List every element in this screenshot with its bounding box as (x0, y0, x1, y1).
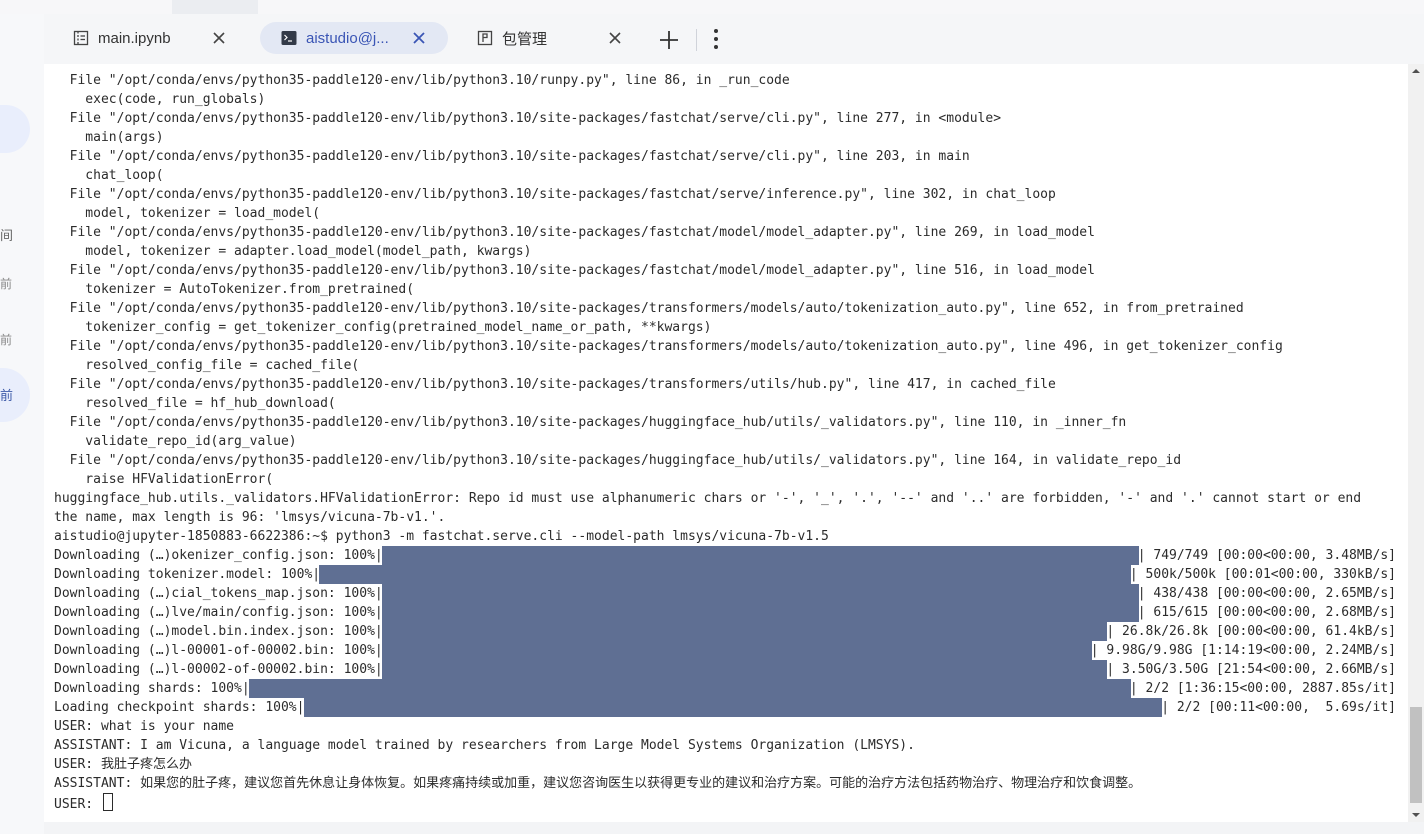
terminal-line: model, tokenizer = adapter.load_model(mo… (54, 244, 532, 259)
terminal-line: model, tokenizer = load_model( (54, 206, 321, 221)
tab-bar: main.ipynb aistudio@j... 包管理 (44, 14, 1424, 64)
package-icon (476, 29, 494, 47)
download-progress-row: Downloading (…)okenizer_config.json: 100… (54, 546, 1396, 565)
terminal-line: tokenizer_config = get_tokenizer_config(… (54, 320, 712, 335)
tab-main-ipynb[interactable]: main.ipynb (72, 22, 252, 54)
progress-label: Downloading (…)l-00002-of-00002.bin: 100… (54, 662, 383, 677)
bottom-strip (44, 822, 1424, 834)
more-options-icon[interactable] (706, 26, 726, 52)
sidebar-item-3[interactable]: 前 (0, 331, 12, 348)
tab-divider (696, 29, 697, 51)
terminal-output[interactable]: File "/opt/conda/envs/python35-paddle120… (44, 64, 1408, 822)
progress-label: Downloading tokenizer.model: 100%| (54, 567, 321, 582)
progress-bar (381, 546, 1139, 565)
progress-bar (303, 698, 1162, 717)
progress-label: Downloading (…)l-00001-of-00002.bin: 100… (54, 643, 383, 658)
terminal-line: File "/opt/conda/envs/python35-paddle120… (54, 187, 1056, 202)
progress-label: Downloading (…)lve/main/config.json: 100… (54, 605, 383, 620)
terminal-line: main(args) (54, 130, 164, 145)
terminal-line: File "/opt/conda/envs/python35-paddle120… (54, 263, 1095, 278)
progress-stats: | 3.50G/3.50G [21:54<00:00, 2.66MB/s] (1106, 662, 1396, 677)
scrollbar[interactable] (1408, 64, 1424, 822)
sidebar-item-1[interactable]: 间 (0, 225, 13, 244)
progress-stats: | 2/2 [1:36:15<00:00, 2887.85s/it] (1129, 681, 1396, 696)
progress-bar (381, 584, 1139, 603)
download-progress-row: Downloading (…)lve/main/config.json: 100… (54, 603, 1396, 622)
tab-package-manager[interactable]: 包管理 (476, 22, 636, 54)
terminal-line: the name, max length is 96: 'lmsys/vicun… (54, 510, 446, 525)
terminal-line: File "/opt/conda/envs/python35-paddle120… (54, 453, 1182, 468)
scroll-down-icon[interactable] (1408, 808, 1424, 822)
download-progress-row: Loading checkpoint shards: 100%| | 2/2 [0… (54, 698, 1396, 717)
progress-bar (381, 622, 1108, 641)
terminal-line: File "/opt/conda/envs/python35-paddle120… (54, 301, 1244, 316)
tab-label: 包管理 (502, 30, 548, 48)
scroll-up-icon[interactable] (1408, 64, 1424, 78)
terminal-line: resolved_config_file = cached_file( (54, 358, 360, 373)
terminal-line: File "/opt/conda/envs/python35-paddle120… (54, 415, 1127, 430)
terminal-line: File "/opt/conda/envs/python35-paddle120… (54, 225, 1095, 240)
progress-bar (381, 660, 1108, 679)
download-progress-row: Downloading (…)l-00001-of-00002.bin: 100… (54, 641, 1396, 660)
progress-bar (381, 641, 1092, 660)
chat-line: ASSISTANT: I am Vicuna, a language model… (54, 738, 915, 753)
chat-line: ASSISTANT: 如果您的肚子疼，建议您首先休息让身体恢复。如果疼痛持续或加… (54, 776, 1142, 791)
terminal-line: huggingface_hub.utils._validators.HFVali… (54, 491, 1362, 506)
download-progress-row: Downloading (…)model.bin.index.json: 100… (54, 622, 1396, 641)
top-strip-highlight (172, 0, 258, 14)
terminal-line: aistudio@jupyter-1850883-6622386:~$ pyth… (54, 529, 829, 544)
download-progress-row: Downloading (…)l-00002-of-00002.bin: 100… (54, 660, 1396, 679)
terminal-line: validate_repo_id(arg_value) (54, 434, 297, 449)
close-icon[interactable] (608, 31, 622, 45)
close-icon[interactable] (212, 31, 226, 45)
sidebar-highlight (0, 105, 30, 153)
terminal-line: File "/opt/conda/envs/python35-paddle120… (54, 73, 790, 88)
terminal-line: resolved_file = hf_hub_download( (54, 396, 336, 411)
download-progress-row: Downloading (…)cial_tokens_map.json: 100… (54, 584, 1396, 603)
progress-stats: | 26.8k/26.8k [00:00<00:00, 61.4kB/s] (1106, 624, 1396, 639)
progress-label: Downloading shards: 100%| (54, 681, 250, 696)
tab-label: aistudio@j... (306, 29, 389, 47)
terminal-icon (280, 29, 298, 47)
notebook-icon (72, 29, 90, 47)
scrollbar-thumb[interactable] (1410, 707, 1422, 803)
download-progress-row: Downloading shards: 100%| | 2/2 [1:36:15<… (54, 679, 1396, 698)
progress-stats: | 9.98G/9.98G [1:14:19<00:00, 2.24MB/s] (1090, 643, 1396, 658)
terminal-line: File "/opt/conda/envs/python35-paddle120… (54, 339, 1283, 354)
progress-label: Downloading (…)model.bin.index.json: 100… (54, 624, 383, 639)
terminal-line: exec(code, run_globals) (54, 92, 266, 107)
terminal-line: tokenizer = AutoTokenizer.from_pretraine… (54, 282, 415, 297)
tab-label: main.ipynb (98, 29, 171, 47)
close-icon[interactable] (412, 31, 426, 45)
chat-line: USER: 我肚子疼怎么办 (54, 757, 192, 772)
progress-bar (249, 679, 1131, 698)
progress-label: Downloading (…)cial_tokens_map.json: 100… (54, 586, 383, 601)
terminal-line: File "/opt/conda/envs/python35-paddle120… (54, 111, 1002, 126)
download-progress-row: Downloading tokenizer.model: 100%| | 500k… (54, 565, 1396, 584)
terminal-line: File "/opt/conda/envs/python35-paddle120… (54, 377, 1056, 392)
top-strip (0, 0, 1424, 14)
progress-stats: | 438/438 [00:00<00:00, 2.65MB/s] (1137, 586, 1396, 601)
prompt-line: USER: (54, 793, 113, 812)
progress-bar (381, 603, 1139, 622)
progress-stats: | 500k/500k [00:01<00:00, 330kB/s] (1129, 567, 1396, 582)
add-tab-icon[interactable] (656, 27, 682, 53)
progress-stats: | 749/749 [00:00<00:00, 3.48MB/s] (1137, 548, 1396, 563)
sidebar-item-2[interactable]: 前 (0, 275, 12, 292)
terminal-line: chat_loop( (54, 168, 164, 183)
progress-label: Loading checkpoint shards: 100%| (54, 700, 305, 715)
chat-line: USER: what is your name (54, 719, 235, 734)
sidebar-item-4[interactable]: 前 (0, 385, 13, 404)
progress-bar (319, 565, 1131, 584)
tab-terminal[interactable]: aistudio@j... (260, 22, 448, 54)
progress-stats: | 2/2 [00:11<00:00, 5.69s/it] (1161, 700, 1396, 715)
left-sidebar: 间 前 前 前 (0, 14, 44, 834)
terminal-line: File "/opt/conda/envs/python35-paddle120… (54, 149, 970, 164)
progress-label: Downloading (…)okenizer_config.json: 100… (54, 548, 383, 563)
progress-stats: | 615/615 [00:00<00:00, 2.68MB/s] (1137, 605, 1396, 620)
cursor (102, 793, 113, 811)
terminal-line: raise HFValidationError( (54, 472, 274, 487)
